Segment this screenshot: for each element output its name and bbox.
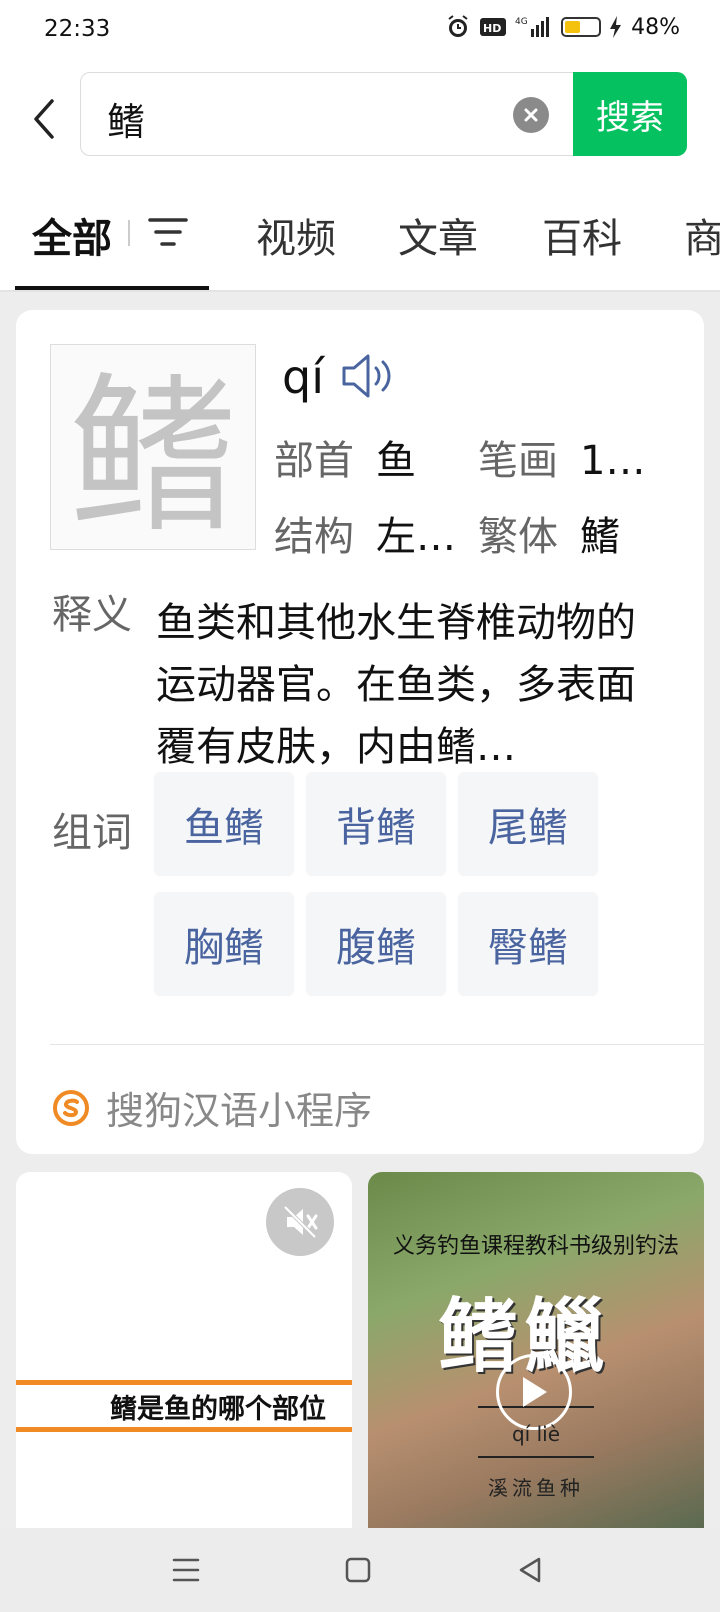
card-divider [50,1044,704,1045]
menu-icon [172,1558,200,1582]
character-image: 鳍 [50,344,256,556]
word-chip[interactable]: 尾鳍 [458,772,598,876]
video-overlay-text: 义务钓鱼课程教科书级别钓法 [392,1234,679,1259]
tab-article[interactable]: 文章 [398,206,478,264]
system-nav-bar [0,1528,720,1612]
structure-value: 左… [376,514,456,560]
search-button[interactable]: 搜索 [573,72,687,156]
active-tab-indicator [15,286,209,290]
word-chip[interactable]: 臀鳍 [458,892,598,996]
character-text: 鳍 [68,358,238,549]
search-input[interactable]: 鳍 搜索 [80,72,687,156]
svg-text:HD: HD [483,22,501,35]
pinyin: qí [282,350,324,404]
tab-bar: 全部 视频 文章 百科 商 [0,174,720,292]
sogou-logo-icon [53,1089,89,1126]
tab-all[interactable]: 全部 [32,206,112,264]
speaker-icon[interactable] [340,352,400,400]
video-card[interactable]: 鳍是鱼的哪个部位 [16,1172,352,1528]
dictionary-card[interactable]: 鳍 qí 部首鱼 笔画 1… 结构 左… 繁体鰭 释义 鱼类和其他水生脊椎动物的运动… [16,310,704,1154]
character-glyph: 鳍 [68,358,238,556]
word-chip[interactable]: 胸鳍 [154,892,294,996]
clear-button[interactable] [513,97,549,133]
traditional-row: 繁体鰭 [478,514,620,560]
battery-percent: 48% [631,14,680,40]
source-label: 搜狗汉语小程序 [106,1089,373,1133]
structure-row: 结构 左… [274,514,456,560]
play-button[interactable] [496,1354,572,1430]
play-icon [523,1377,547,1407]
filter-icon[interactable] [148,214,188,250]
word-chip[interactable]: 腹鳍 [306,892,446,996]
alarm-icon [448,15,468,37]
video-card[interactable]: 义务钓鱼课程教科书级别钓法 鳍鱲 qí liè 溪流鱼种 [368,1172,704,1528]
search-bar: 鳍 搜索 [0,64,720,174]
video-subtitle: 溪流鱼种 [488,1476,584,1500]
strokes-value: 1… [580,438,646,484]
tab-encyclopedia[interactable]: 百科 [542,206,622,264]
charging-icon [610,16,622,38]
status-time: 22:33 [44,16,111,42]
tab-shop[interactable]: 商 [684,206,720,264]
video-title: 鳍是鱼的哪个部位 [16,1380,352,1432]
video-line [478,1456,594,1458]
words-label: 组词 [52,810,132,856]
video-pinyin: qí liè [511,1422,561,1446]
menu-button[interactable] [164,1548,208,1592]
battery-icon [561,17,602,37]
close-icon [524,108,538,122]
word-chip[interactable]: 背鳍 [306,772,446,876]
definition-text[interactable]: 鱼类和其他水生脊椎动物的运动器官。在鱼类，多表面覆有皮肤，内由鳍… [156,592,656,778]
search-query[interactable]: 鳍 [107,91,145,146]
strokes-row: 笔画 1… [478,438,646,484]
definition-label: 释义 [52,592,132,638]
traditional-value: 鰭 [580,514,620,560]
word-chip[interactable]: 鱼鳍 [154,772,294,876]
radical-value: 鱼 [376,438,416,484]
back-triangle-icon [519,1557,541,1583]
svg-text:4G: 4G [515,17,528,27]
source-link[interactable]: 搜狗汉语小程序 [52,1080,372,1135]
mute-button[interactable] [266,1188,334,1256]
back-nav-button[interactable] [508,1548,552,1592]
home-button[interactable] [336,1548,380,1592]
radical-row: 部首鱼 [274,438,416,484]
status-icons: HD 4G 48% [445,14,680,40]
back-button[interactable] [26,94,62,144]
signal-icon: 4G [515,17,550,37]
tab-video[interactable]: 视频 [256,206,336,264]
hd-icon: HD [480,18,507,36]
tab-divider [128,220,130,246]
home-icon [345,1557,371,1583]
back-arrow-icon [34,99,54,139]
mute-icon [283,1205,318,1239]
status-bar: 22:33 HD 4G 48% [0,0,720,64]
